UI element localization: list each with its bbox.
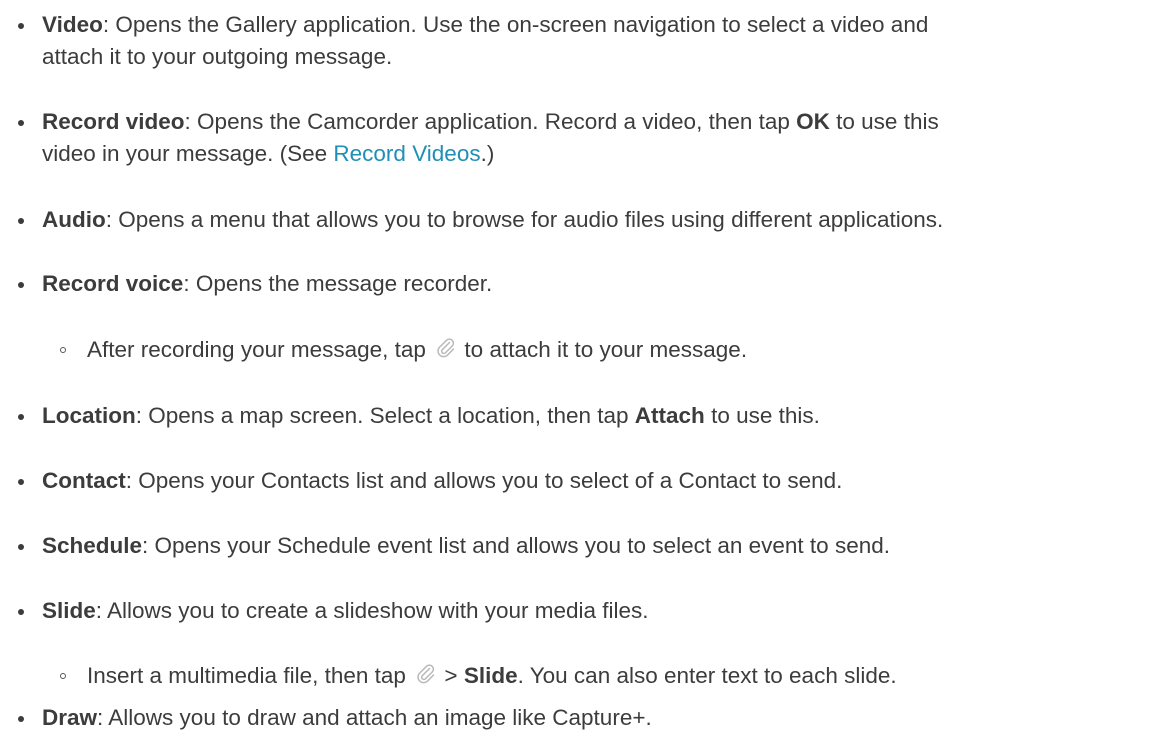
description-text: : Allows you to draw and attach an image…: [97, 705, 652, 730]
bullet-icon: [18, 218, 24, 224]
paperclip-icon: [417, 664, 435, 684]
term-slide: Slide: [42, 598, 96, 623]
list-item-text: Contact: Opens your Contacts list and al…: [42, 465, 1160, 497]
description-text: : Opens a map screen. Select a location,…: [135, 403, 635, 428]
description-text: : Opens your Contacts list and allows yo…: [125, 468, 843, 493]
description-text: Insert a multimedia file, then tap: [87, 663, 413, 688]
description-text: : Allows you to create a slideshow with …: [95, 598, 649, 623]
list-item-text: Location: Opens a map screen. Select a l…: [42, 400, 1160, 432]
bullet-icon: [18, 609, 24, 615]
description-text: to use this.: [704, 403, 820, 428]
description-text: : Opens the Camcorder application. Recor…: [184, 109, 797, 134]
paperclip-icon: [437, 338, 455, 358]
description-text: video in your message. (See: [42, 141, 334, 166]
description-text: .): [480, 141, 495, 166]
list-item-text: Draw: Allows you to draw and attach an i…: [42, 702, 1160, 734]
bullet-icon: [18, 414, 24, 420]
document-body: Video: Opens the Gallery application. Us…: [0, 0, 1166, 730]
description-text: . You can also enter text to each slide.: [517, 663, 897, 688]
sub-list-item-text: After recording your message, tap to att…: [87, 334, 1166, 366]
ok-label: OK: [796, 109, 830, 134]
term-video: Video: [42, 12, 103, 37]
term-location: Location: [42, 403, 136, 428]
description-text: : Opens your Schedule event list and all…: [142, 533, 890, 558]
term-draw: Draw: [42, 705, 98, 730]
term-audio: Audio: [42, 207, 106, 232]
bullet-icon: [18, 479, 24, 485]
description-line-1: : Opens the Gallery application. Use the…: [102, 12, 929, 37]
bullet-icon: [18, 544, 24, 550]
list-item-text: Video: Opens the Gallery application. Us…: [42, 9, 1160, 73]
bullet-icon: [18, 282, 24, 288]
list-item-text: Record video: Opens the Camcorder applic…: [42, 106, 1160, 170]
attach-label: Attach: [634, 403, 705, 428]
sub-list-item-text: Insert a multimedia file, then tap > Sli…: [87, 660, 1166, 692]
term-record-voice: Record voice: [42, 271, 184, 296]
list-item-text: Schedule: Opens your Schedule event list…: [42, 530, 1160, 562]
slide-label: Slide: [463, 663, 518, 688]
description-text: : Opens a menu that allows you to browse…: [105, 207, 944, 232]
term-contact: Contact: [42, 468, 126, 493]
description-text: >: [438, 663, 464, 688]
description-text: to attach it to your message.: [458, 337, 748, 362]
hollow-bullet-icon: [60, 347, 66, 353]
bullet-icon: [18, 716, 24, 722]
record-videos-link[interactable]: Record Videos: [333, 141, 480, 166]
hollow-bullet-icon: [60, 673, 66, 679]
description-text: : Opens the message recorder.: [183, 271, 493, 296]
list-item-text: Audio: Opens a menu that allows you to b…: [42, 204, 1160, 236]
bullet-icon: [18, 120, 24, 126]
term-record-video: Record video: [42, 109, 185, 134]
description-text: to use this: [829, 109, 939, 134]
description-line-2: attach it to your outgoing message.: [42, 44, 393, 69]
bullet-icon: [18, 23, 24, 29]
list-item-text: Record voice: Opens the message recorder…: [42, 268, 1160, 300]
list-item-text: Slide: Allows you to create a slideshow …: [42, 595, 1160, 627]
description-text: After recording your message, tap: [87, 337, 433, 362]
term-schedule: Schedule: [42, 533, 143, 558]
